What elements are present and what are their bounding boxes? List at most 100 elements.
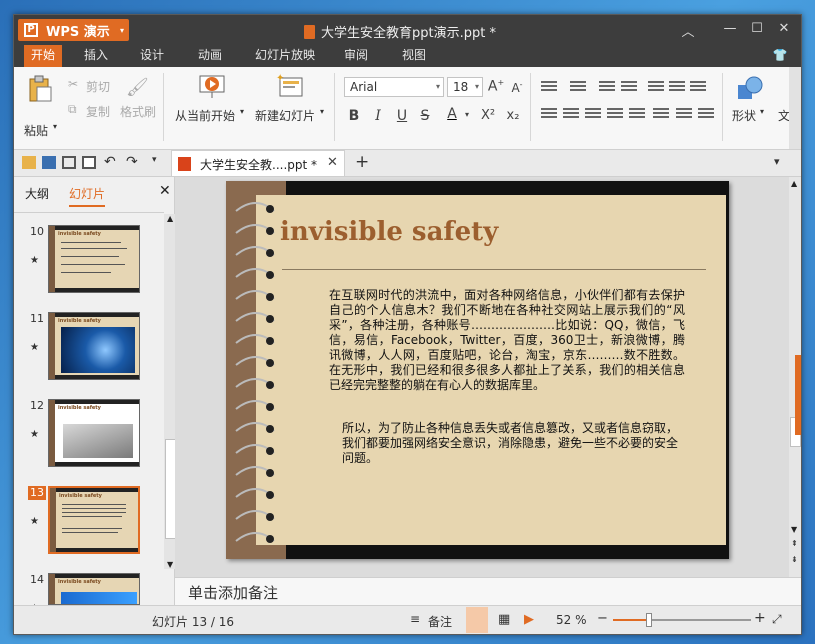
grow-font-icon[interactable]: A+ xyxy=(487,78,505,95)
collapse-ribbon-icon[interactable]: ︿ xyxy=(676,21,700,40)
notes-toggle-icon[interactable]: ≡ xyxy=(410,612,420,626)
new-slide-label[interactable]: 新建幻灯片 xyxy=(255,107,315,124)
align-right-icon[interactable] xyxy=(585,108,601,122)
slide-thumbnail-14[interactable]: invisible safety xyxy=(48,573,140,605)
slide-body-paragraph-2[interactable]: 所以，为了防止各种信息丢失或者信息篡改，又或者信息窃取，我们都要加强网络安全意识… xyxy=(342,421,688,466)
shapes-dropdown-icon[interactable]: ▾ xyxy=(760,107,764,116)
print-preview-icon[interactable] xyxy=(82,156,96,169)
notes-placeholder[interactable]: 单击添加备注 xyxy=(188,582,278,603)
cut-icon[interactable]: ✂ xyxy=(68,77,78,91)
strikethrough-icon[interactable]: S xyxy=(416,108,434,124)
paste-dropdown-icon[interactable]: ▾ xyxy=(53,122,57,131)
text-box-align-icon[interactable] xyxy=(676,108,692,122)
from-current-label[interactable]: 从当前开始 xyxy=(175,107,235,124)
cut-label[interactable]: 剪切 xyxy=(86,78,110,95)
scroll-down-icon[interactable]: ▼ xyxy=(167,560,173,569)
fit-window-icon[interactable]: ⤢ xyxy=(772,612,782,627)
new-tab-icon[interactable]: + xyxy=(355,152,369,172)
tab-review[interactable]: 审阅 xyxy=(336,45,376,67)
open-folder-icon[interactable] xyxy=(22,156,36,169)
maximize-button[interactable]: ☐ xyxy=(745,21,769,36)
slide-title[interactable]: invisible safety xyxy=(280,217,498,247)
current-slide[interactable]: invisible safety 在互联网时代的洪流中，面对各种网络信息，小伙伴… xyxy=(226,181,729,559)
tab-list-icon[interactable]: ▾ xyxy=(774,155,780,168)
close-tab-icon[interactable]: ✕ xyxy=(327,155,338,170)
normal-view-button[interactable] xyxy=(466,607,488,633)
from-current-dropdown-icon[interactable]: ▾ xyxy=(240,107,244,116)
save-icon[interactable] xyxy=(42,156,56,169)
redo-icon[interactable]: ↷ xyxy=(126,154,138,170)
scroll-up-icon[interactable]: ▲ xyxy=(167,214,173,223)
underline-icon[interactable]: U xyxy=(393,108,411,124)
columns-icon[interactable] xyxy=(690,81,706,95)
scroll-up-icon[interactable]: ▲ xyxy=(791,179,797,188)
italic-icon[interactable]: I xyxy=(369,108,387,124)
copy-label[interactable]: 复制 xyxy=(86,103,110,120)
paste-label[interactable]: 粘贴 xyxy=(24,122,48,139)
shapes-label[interactable]: 形状 xyxy=(732,107,756,124)
subscript-icon[interactable]: x₂ xyxy=(504,108,522,123)
tab-design[interactable]: 设计 xyxy=(132,45,172,67)
next-slide-icon[interactable]: ⇟ xyxy=(791,555,798,564)
slide-thumbnail-12[interactable]: invisible safety xyxy=(48,399,140,467)
ribbon-scroll[interactable] xyxy=(789,67,801,149)
shrink-font-icon[interactable]: A- xyxy=(508,80,526,95)
prev-slide-icon[interactable]: ⇞ xyxy=(791,539,798,548)
decrease-indent-icon[interactable] xyxy=(599,81,615,95)
tab-animation[interactable]: 动画 xyxy=(190,45,230,67)
paragraph-settings-icon[interactable] xyxy=(698,108,714,122)
customize-dropdown-icon[interactable]: ▾ xyxy=(152,155,157,165)
superscript-icon[interactable]: X² xyxy=(479,108,497,123)
font-color-dropdown-icon[interactable]: ▾ xyxy=(458,110,476,119)
tab-insert[interactable]: 插入 xyxy=(76,45,116,67)
tab-home[interactable]: 开始 xyxy=(24,45,62,67)
distribute-icon[interactable] xyxy=(629,108,645,122)
app-menu-button[interactable]: P WPS 演示 ▾ xyxy=(18,19,129,41)
zoom-slider[interactable] xyxy=(613,613,751,627)
new-slide-dropdown-icon[interactable]: ▾ xyxy=(320,107,324,116)
undo-icon[interactable]: ↶ xyxy=(104,154,116,170)
play-slideshow-icon[interactable]: ▶ xyxy=(524,612,534,627)
tab-slideshow[interactable]: 幻灯片放映 xyxy=(250,45,320,67)
shapes-icon[interactable] xyxy=(736,75,764,101)
numbering-icon[interactable] xyxy=(570,81,586,95)
align-left-icon[interactable] xyxy=(541,108,557,122)
side-panel-toggle[interactable] xyxy=(795,355,801,435)
skin-icon[interactable]: 👕 xyxy=(769,45,791,67)
zoom-slider-knob[interactable] xyxy=(646,613,652,627)
bold-icon[interactable]: B xyxy=(345,108,363,124)
vertical-align-icon[interactable] xyxy=(653,108,669,122)
slide-sorter-icon[interactable]: ▦ xyxy=(498,612,510,627)
tab-slides[interactable]: 幻灯片 xyxy=(69,185,106,207)
zoom-in-icon[interactable]: + xyxy=(754,610,766,626)
zoom-value[interactable]: 52 % xyxy=(556,613,587,627)
slide-thumbnail-10[interactable]: invisible safety xyxy=(48,225,140,293)
font-name-combo[interactable]: Arial ▾ xyxy=(344,77,444,97)
increase-indent-icon[interactable] xyxy=(621,81,637,95)
close-window-button[interactable]: ✕ xyxy=(772,21,796,36)
tab-view[interactable]: 视图 xyxy=(394,45,434,67)
slide-thumbnail-11[interactable]: invisible safety xyxy=(48,312,140,380)
tab-outline[interactable]: 大纲 xyxy=(25,185,49,202)
close-pane-icon[interactable]: ✕ xyxy=(159,183,171,199)
slide-body-paragraph-1[interactable]: 在互联网时代的洪流中，面对各种网络信息，小伙伴们都有去保护自己的个人信息木？我们… xyxy=(329,288,685,393)
new-slide-icon[interactable]: ✦ xyxy=(276,73,304,99)
align-center-icon[interactable] xyxy=(563,108,579,122)
print-icon[interactable] xyxy=(62,156,76,169)
font-size-combo[interactable]: 18 ▾ xyxy=(447,77,483,97)
scroll-down-icon[interactable]: ▼ xyxy=(791,525,797,534)
justify-icon[interactable] xyxy=(607,108,623,122)
line-spacing-icon[interactable] xyxy=(648,81,664,95)
bullets-icon[interactable] xyxy=(541,81,557,95)
paste-icon[interactable] xyxy=(27,75,53,103)
minimize-button[interactable]: — xyxy=(718,21,742,36)
notes-pane[interactable]: 单击添加备注 xyxy=(175,577,801,606)
slide-thumbnail-13[interactable]: invisible safety xyxy=(48,486,140,554)
zoom-out-icon[interactable]: − xyxy=(597,611,608,626)
notes-toggle-label[interactable]: 备注 xyxy=(428,613,452,630)
document-tab[interactable]: 大学生安全教....ppt * ✕ xyxy=(171,150,345,176)
copy-icon[interactable]: ⧉ xyxy=(68,102,77,117)
text-direction-icon[interactable] xyxy=(669,81,685,95)
format-painter-icon[interactable]: 🖌 xyxy=(126,77,149,98)
play-from-current-icon[interactable] xyxy=(198,73,226,99)
